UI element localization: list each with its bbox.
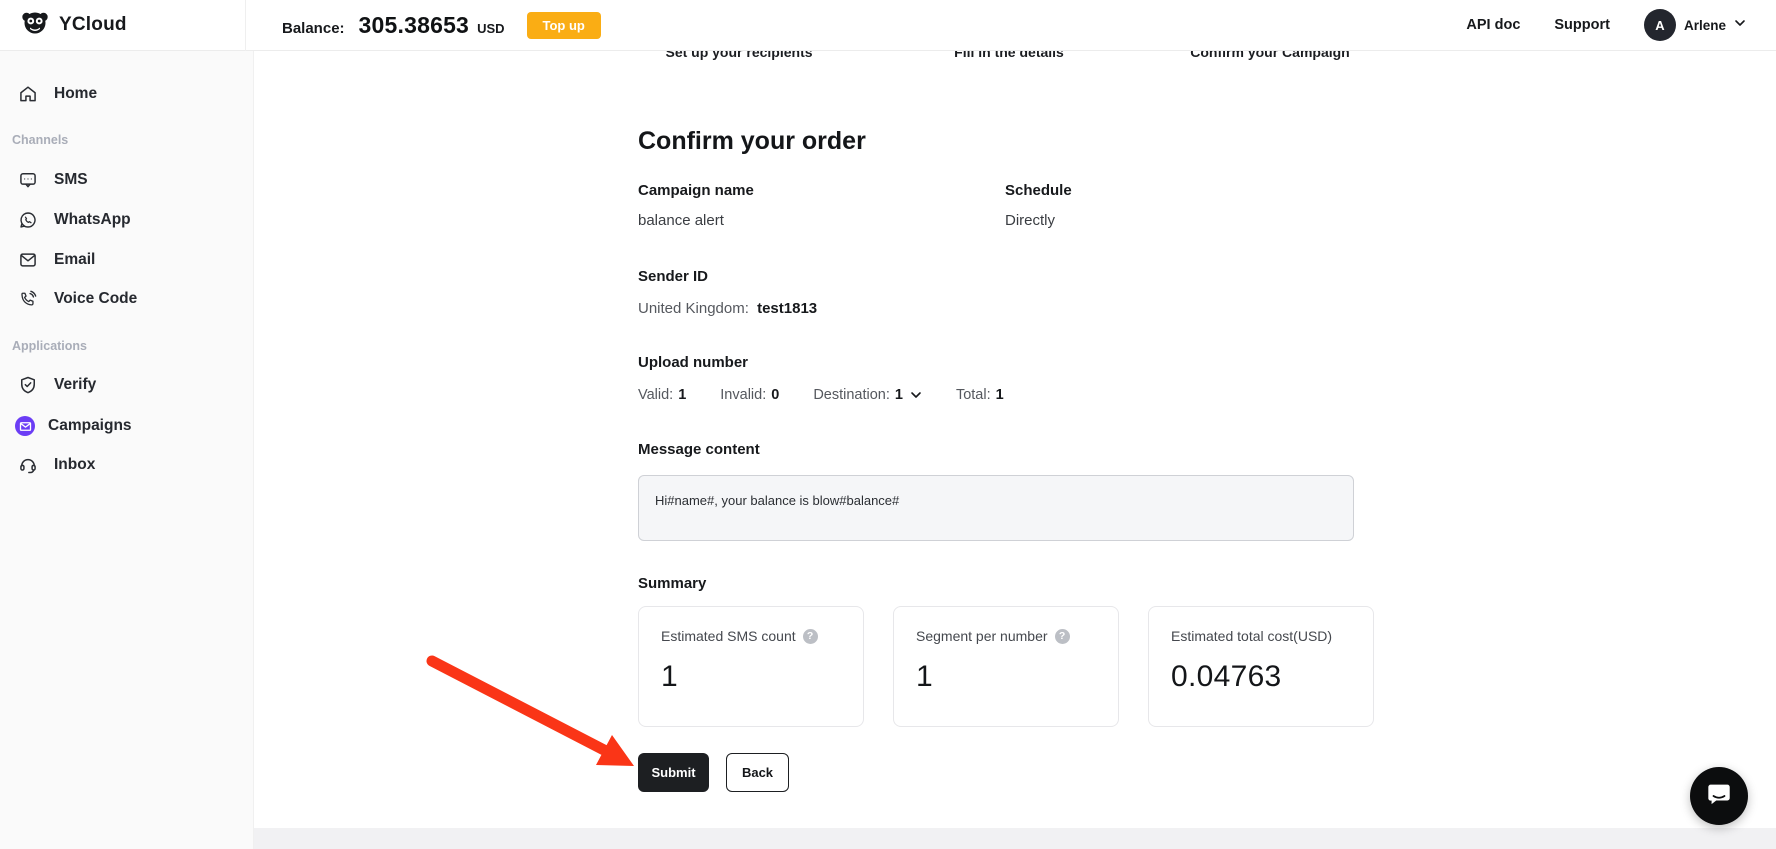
card-value: 1 — [661, 660, 678, 693]
api-doc-link[interactable]: API doc — [1466, 17, 1520, 33]
sidebar-section-applications: Applications — [12, 339, 88, 353]
card-label: Estimated total cost(USD) — [1171, 628, 1333, 644]
sidebar-item-campaigns[interactable]: Campaigns — [0, 406, 254, 446]
top-up-button[interactable]: Top up — [526, 11, 601, 39]
sidebar-item-label: Verify — [54, 376, 97, 393]
stepper-step-recipients: Set up your recipients — [665, 51, 813, 60]
message-content-box: Hi#name#, your balance is blow#balance# — [638, 475, 1354, 541]
message-content-label: Message content — [638, 441, 760, 458]
chevron-down-icon — [910, 389, 922, 401]
sidebar-item-label: Voice Code — [54, 290, 138, 307]
page-title: Confirm your order — [638, 127, 866, 155]
campaign-name-label: Campaign name — [638, 182, 754, 199]
user-menu[interactable]: A Arlene — [1643, 9, 1746, 41]
total-stat: Total: 1 — [955, 387, 1004, 403]
headset-icon — [18, 455, 38, 475]
summary-card-total-cost: Estimated total cost(USD) 0.04763 — [1148, 606, 1374, 727]
summary-cards: Estimated SMS count ? 1 Segment per numb… — [638, 606, 1374, 727]
campaigns-icon — [15, 416, 35, 436]
sender-id-value: United Kingdom: test1813 — [638, 300, 818, 317]
card-value: 0.04763 — [1171, 660, 1282, 693]
sms-icon — [18, 170, 38, 190]
home-icon — [18, 84, 38, 104]
main-content: Set up your recipients Fill in the detai… — [254, 51, 1776, 828]
chat-bubble-icon — [1705, 780, 1733, 813]
sidebar-item-label: SMS — [54, 171, 88, 188]
shield-check-icon — [18, 375, 38, 395]
summary-card-sms-count: Estimated SMS count ? 1 — [638, 606, 864, 727]
balance-display: Balance: 305.38653 USD — [282, 12, 505, 39]
email-icon — [18, 250, 38, 270]
user-name: Arlene — [1683, 17, 1726, 33]
sidebar-item-email[interactable]: Email — [0, 240, 254, 280]
valid-stat: Valid: 1 — [638, 387, 687, 403]
sidebar-item-label: Inbox — [54, 456, 96, 473]
sidebar-item-voice-code[interactable]: Voice Code — [0, 279, 254, 319]
sidebar-item-sms[interactable]: SMS — [0, 160, 254, 200]
brand-logo[interactable]: YCloud — [0, 8, 245, 43]
schedule-label: Schedule — [1005, 182, 1072, 199]
sidebar-nav: Home Channels SMS WhatsApp Email Voice C… — [0, 51, 254, 849]
card-label: Segment per number — [916, 628, 1048, 644]
card-label: Estimated SMS count — [661, 628, 796, 644]
sidebar-item-label: Email — [54, 251, 96, 268]
card-value: 1 — [916, 660, 933, 693]
chevron-down-icon — [1734, 16, 1746, 34]
header-divider — [245, 0, 246, 51]
summary-label: Summary — [638, 575, 707, 592]
campaign-name-value: balance alert — [638, 212, 724, 229]
invalid-stat: Invalid: 0 — [720, 387, 780, 403]
chat-widget-button[interactable] — [1690, 767, 1748, 825]
top-header: YCloud Balance: 305.38653 USD Top up API… — [0, 0, 1776, 51]
sidebar-section-channels: Channels — [12, 133, 69, 147]
sidebar-item-label: Home — [54, 85, 98, 102]
help-icon[interactable]: ? — [1054, 628, 1070, 644]
help-icon[interactable]: ? — [802, 628, 818, 644]
sidebar-item-label: Campaigns — [48, 417, 132, 434]
schedule-value: Directly — [1005, 212, 1056, 229]
destination-dropdown[interactable]: Destination: 1 — [813, 387, 922, 403]
sender-id-name: test1813 — [757, 300, 818, 317]
sidebar-item-label: WhatsApp — [54, 211, 131, 228]
avatar: A — [1643, 9, 1676, 41]
upload-number-label: Upload number — [638, 354, 749, 371]
balance-label: Balance: — [282, 19, 345, 37]
voice-code-icon — [18, 289, 38, 309]
balance-currency: USD — [477, 20, 505, 36]
upload-stats: Valid: 1 Invalid: 0 Destination: 1 Total: 1 — [638, 387, 1004, 403]
support-link[interactable]: Support — [1554, 17, 1610, 33]
summary-card-segment: Segment per number ? 1 — [893, 606, 1119, 727]
brand-name: YCloud — [59, 14, 127, 35]
stepper-step-details: Fill in the details — [954, 51, 1064, 60]
sidebar-item-home[interactable]: Home — [0, 74, 254, 114]
sidebar-item-inbox[interactable]: Inbox — [0, 445, 254, 485]
back-button[interactable]: Back — [726, 753, 789, 792]
ycloud-monkey-logo-icon — [20, 8, 50, 43]
submit-button[interactable]: Submit — [638, 753, 709, 792]
sidebar-item-verify[interactable]: Verify — [0, 365, 254, 405]
sender-id-label: Sender ID — [638, 268, 709, 285]
stepper-step-confirm: Confirm your Campaign — [1190, 51, 1350, 60]
whatsapp-icon — [18, 210, 38, 230]
sidebar-item-whatsapp[interactable]: WhatsApp — [0, 200, 254, 240]
balance-value: 305.38653 — [358, 11, 470, 38]
